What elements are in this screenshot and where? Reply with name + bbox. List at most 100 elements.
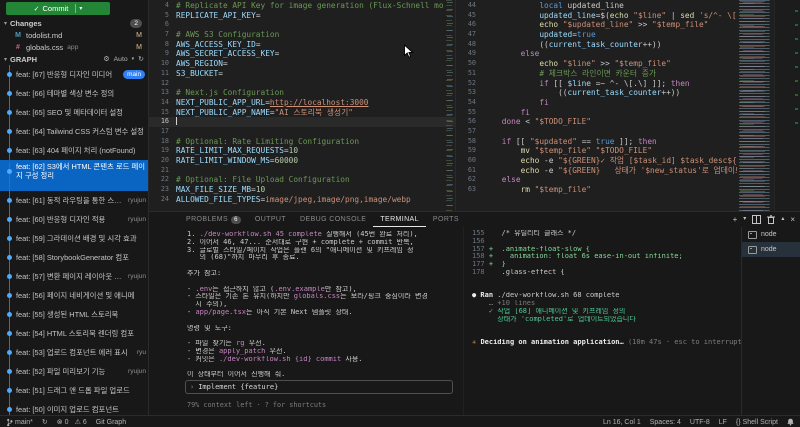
commit-row[interactable]: feat: [53] 업로드 컴포넌트 에러 표시ryu bbox=[0, 343, 148, 362]
commit-dot-icon bbox=[4, 305, 16, 324]
changes-file-list: Mtodolist.mdM#globals.cssappM bbox=[0, 29, 148, 53]
changes-section-header[interactable]: ▾ Changes 2 bbox=[0, 17, 148, 29]
notifications-button[interactable] bbox=[787, 418, 794, 426]
refresh-icon[interactable]: ↻ bbox=[138, 55, 144, 63]
code-line: 13# Next.js Configuration bbox=[149, 88, 455, 98]
overview-ruler bbox=[774, 0, 800, 211]
code-line: 11S3_BUCKET= bbox=[149, 69, 455, 79]
changed-file-row[interactable]: Mtodolist.mdM bbox=[0, 29, 148, 41]
commit-row[interactable]: feat: [56] 페이지 네비게이션 및 애니메 bbox=[0, 286, 148, 305]
new-terminal-button[interactable]: + bbox=[733, 212, 738, 227]
terminal-pane-left[interactable]: 1. ./dev-workflow.sh 45 complete 실행해서 (4… bbox=[149, 227, 463, 416]
terminal-line bbox=[472, 285, 742, 293]
commit-message: feat: [50] 이미지 업로드 컴포넌트 bbox=[16, 404, 148, 415]
commit-dot-icon bbox=[4, 324, 16, 343]
commit-dot-icon bbox=[4, 286, 16, 305]
sync-button[interactable]: ↻ bbox=[42, 418, 48, 426]
terminal-instance-row[interactable]: node bbox=[742, 242, 800, 257]
commit-row[interactable]: feat: [57] 변환 페이지 레이아웃 구성ryujun bbox=[0, 267, 148, 286]
commit-row[interactable]: feat: [66] 테마별 색상 변수 정의 bbox=[0, 84, 148, 103]
close-panel-icon[interactable]: × bbox=[790, 212, 795, 227]
commit-row[interactable]: feat: [67] 반응형 디자인 미디어main bbox=[0, 65, 148, 84]
git-graph-button[interactable]: Git Graph bbox=[96, 419, 126, 426]
commit-message: feat: [60] 반응형 디자인 적용 bbox=[16, 214, 125, 225]
claude-input-box[interactable]: › Implement {feature} bbox=[185, 380, 453, 394]
commit-row[interactable]: feat: [54] HTML 스토리북 렌더링 컴포 bbox=[0, 324, 148, 343]
editor-env-file[interactable]: 4# Replicate API Key for image generatio… bbox=[149, 0, 455, 211]
commit-row[interactable]: feat: [50] 이미지 업로드 컴포넌트 bbox=[0, 400, 148, 415]
code-line: 4# Replicate API Key for image generatio… bbox=[149, 1, 455, 11]
markdown-icon: M bbox=[14, 32, 22, 39]
commit-dot-icon bbox=[4, 362, 16, 381]
panel-tabs: PROBLEMS6OUTPUTDEBUG CONSOLETERMINALPORT… bbox=[149, 212, 466, 227]
commit-row[interactable]: feat: [59] 그라데이션 배경 및 시각 효과 bbox=[0, 229, 148, 248]
terminal-instance-list: nodenode bbox=[741, 227, 800, 416]
problems-count-badge: 6 bbox=[231, 216, 241, 224]
cursor-position[interactable]: Ln 16, Col 1 bbox=[603, 419, 641, 426]
maximize-panel-icon[interactable]: ▴ bbox=[781, 212, 784, 227]
language-mode[interactable]: {} Shell Script bbox=[736, 419, 778, 426]
commit-button[interactable]: ✓ Commit ▾ bbox=[6, 2, 110, 15]
graph-section-header[interactable]: ▾ GRAPH ⚙ Auto ▾ ↻ bbox=[0, 53, 148, 65]
panel-tab-debug-console[interactable]: DEBUG CONSOLE bbox=[293, 212, 373, 227]
source-control-sidebar: ✓ Commit ▾ ▾ Changes 2 Mtodolist.mdM#glo… bbox=[0, 0, 149, 415]
commit-row[interactable]: feat: [51] 드래그 앤 드롭 파일 업로드 bbox=[0, 381, 148, 400]
terminal-line: 156 bbox=[472, 238, 742, 246]
minimap[interactable] bbox=[739, 0, 775, 211]
terminal-icon bbox=[748, 246, 757, 254]
terminal-pane-right[interactable]: 155 /* 유틸리티 클래스 */156157 + .animate-floa… bbox=[463, 227, 744, 416]
bottom-panel: PROBLEMS6OUTPUTDEBUG CONSOLETERMINALPORT… bbox=[149, 211, 800, 416]
changes-label: Changes bbox=[10, 19, 42, 28]
commit-row[interactable]: feat: [63] 404 페이지 처리 (notFound) bbox=[0, 141, 148, 160]
problems-indicator[interactable]: ⊗ 0 ⚠ 6 bbox=[57, 418, 87, 426]
minimap[interactable] bbox=[446, 0, 455, 211]
graph-auto-dropdown[interactable]: Auto bbox=[114, 56, 128, 63]
terminal-instance-row[interactable]: node bbox=[742, 227, 800, 242]
commit-row[interactable]: feat: [61] 동적 라우팅을 통한 스토리ryujun bbox=[0, 191, 148, 210]
code-line: 15NEXT_PUBLIC_APP_NAME="AI 스토리북 생성기" bbox=[149, 108, 455, 118]
status-bar: main* ↻ ⊗ 0 ⚠ 6 Git Graph Ln 16, Col 1 S… bbox=[0, 415, 800, 427]
code-line: 8AWS_ACCESS_KEY_ID= bbox=[149, 40, 455, 50]
commit-dot-icon bbox=[4, 248, 16, 267]
panel-tab-bar: PROBLEMS6OUTPUTDEBUG CONSOLETERMINALPORT… bbox=[149, 212, 800, 227]
terminal-output: 155 /* 유틸리티 클래스 */156157 + .animate-floa… bbox=[472, 230, 742, 347]
commit-button-row: ✓ Commit ▾ bbox=[0, 0, 148, 17]
commit-row[interactable]: feat: [60] 반응형 디자인 적용ryujun bbox=[0, 210, 148, 229]
panel-tab-problems[interactable]: PROBLEMS6 bbox=[179, 212, 248, 227]
commit-row[interactable]: feat: [58] StorybookGenerator 컴포 bbox=[0, 248, 148, 267]
terminal-line: 3. 글로벌 스타일/페이지 작업은 플랜 6의 "애니메이션 및 키프레임 정 bbox=[187, 247, 457, 255]
commit-row[interactable]: feat: [62] S3에서 HTML 콘텐츠 로드 페이지 구성 정리 bbox=[0, 160, 148, 191]
terminal-line: - 변경은 apply_patch 우선. bbox=[187, 348, 457, 356]
gear-icon[interactable]: ⚙ bbox=[103, 55, 109, 63]
code-line: 16 bbox=[149, 117, 455, 127]
commit-message: feat: [67] 반응형 디자인 미디어 bbox=[16, 69, 120, 80]
changed-file-row[interactable]: #globals.cssappM bbox=[0, 41, 148, 53]
code-line: 5REPLICATE_API_KEY= bbox=[149, 11, 455, 21]
panel-tab-ports[interactable]: PORTS bbox=[426, 212, 466, 227]
commit-row[interactable]: feat: [52] 파일 미리보기 기능ryujun bbox=[0, 362, 148, 381]
eol-setting[interactable]: LF bbox=[719, 419, 727, 426]
split-terminal-icon[interactable] bbox=[752, 215, 761, 224]
trash-icon[interactable] bbox=[767, 215, 775, 224]
editor-shell-script[interactable]: 44 local updated_line45 updated_line=$(e… bbox=[455, 0, 800, 211]
commit-dot-icon bbox=[4, 103, 16, 122]
terminal-line: 추가 참고: bbox=[187, 270, 457, 278]
commit-message: feat: [56] 페이지 네비게이션 및 애니메 bbox=[16, 290, 148, 301]
branch-indicator[interactable]: main* bbox=[6, 418, 33, 427]
commit-message: feat: [58] StorybookGenerator 컴포 bbox=[16, 252, 148, 263]
code-line: 58 if [[ "$updated" == true ]]; then bbox=[456, 137, 737, 147]
commit-dot-icon bbox=[4, 191, 16, 210]
commit-row[interactable]: feat: [55] 생성된 HTML 스토리북 bbox=[0, 305, 148, 324]
commit-message: feat: [62] S3에서 HTML 콘텐츠 로드 페이지 구성 정리 bbox=[16, 162, 148, 180]
terminal-line bbox=[472, 331, 742, 339]
terminal-profile-dropdown-icon[interactable]: ▾ bbox=[743, 212, 746, 227]
commit-author: ryujun bbox=[128, 368, 146, 375]
indentation-setting[interactable]: Spaces: 4 bbox=[650, 419, 681, 426]
encoding-setting[interactable]: UTF-8 bbox=[690, 419, 710, 426]
panel-tab-terminal[interactable]: TERMINAL bbox=[373, 212, 426, 227]
commit-row[interactable]: feat: [64] Tailwind CSS 커스텀 변수 설정 bbox=[0, 122, 148, 141]
terminal-line bbox=[187, 332, 457, 340]
code-line: 47 updated=true bbox=[456, 30, 737, 40]
commit-row[interactable]: feat: [65] SEO 및 메타데이터 설정 bbox=[0, 103, 148, 122]
panel-tab-output[interactable]: OUTPUT bbox=[248, 212, 293, 227]
